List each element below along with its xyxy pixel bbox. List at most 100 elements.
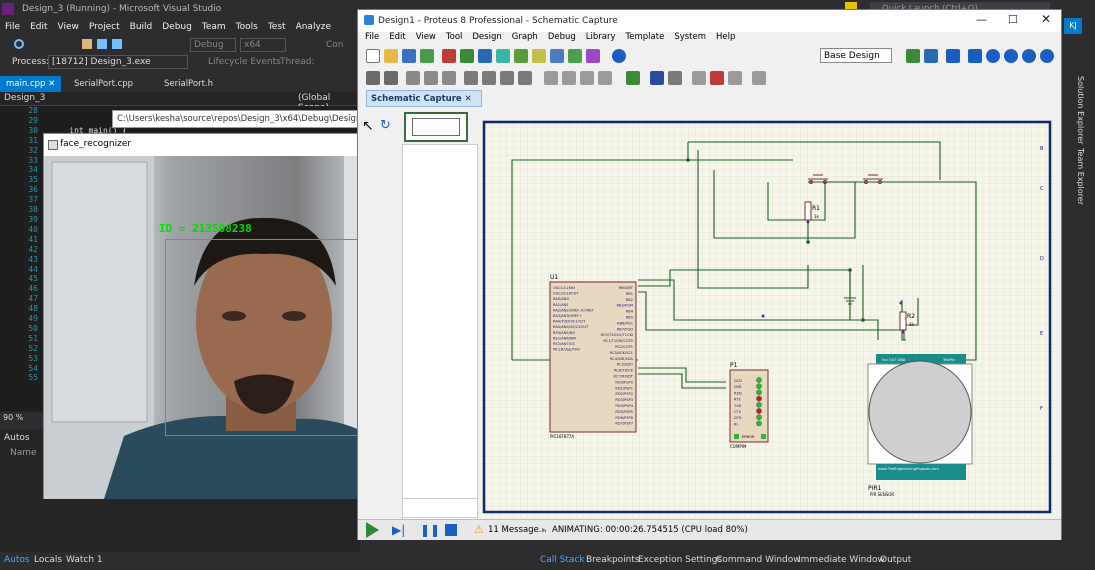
save-icon[interactable] <box>402 49 416 63</box>
pmenu-graph[interactable]: Graph <box>507 32 543 42</box>
tab-command-window[interactable]: Command Window <box>716 555 801 565</box>
menu-tools[interactable]: Tools <box>231 22 263 32</box>
tab-autos[interactable]: Autos <box>4 555 30 565</box>
code-icon[interactable] <box>550 49 564 63</box>
pmenu-design[interactable]: Design <box>467 32 506 42</box>
team-explorer-tab[interactable]: Team Explorer <box>1076 148 1085 205</box>
play-icon[interactable] <box>366 522 379 538</box>
grid-icon[interactable] <box>924 49 938 63</box>
pause-icon[interactable]: ❚❚ <box>420 523 440 537</box>
wire-autorouter-icon[interactable] <box>626 71 640 85</box>
menu-build[interactable]: Build <box>125 22 158 32</box>
pcb-icon[interactable] <box>460 49 474 63</box>
help-icon[interactable] <box>612 49 626 63</box>
pmenu-help[interactable]: Help <box>711 32 740 42</box>
process-select[interactable]: [18712] Design_3.exe <box>48 55 188 69</box>
new-sheet-icon[interactable] <box>692 71 706 85</box>
tab-locals[interactable]: Locals <box>34 555 62 565</box>
close-tab-icon[interactable]: ✕ <box>465 94 472 104</box>
menu-analyze[interactable]: Analyze <box>291 22 336 32</box>
pmenu-view[interactable]: View <box>411 32 441 42</box>
tab-call-stack[interactable]: Call Stack <box>540 555 585 565</box>
make-device-icon[interactable] <box>562 71 576 85</box>
console-window-titlebar[interactable]: C:\Users\kesha\source\repos\Design_3\x64… <box>112 110 366 128</box>
menu-project[interactable]: Project <box>84 22 125 32</box>
report-icon[interactable] <box>752 71 766 85</box>
menu-file[interactable]: File <box>0 22 25 32</box>
block-delete-icon[interactable] <box>518 71 532 85</box>
zoom-all-icon[interactable] <box>1022 49 1036 63</box>
search-tag-icon[interactable] <box>650 71 664 85</box>
pmenu-file[interactable]: File <box>360 32 384 42</box>
block-rotate-icon[interactable] <box>500 71 514 85</box>
decompose-icon[interactable] <box>598 71 612 85</box>
gerber-icon[interactable] <box>496 49 510 63</box>
back-icon[interactable] <box>14 39 24 49</box>
warning-icon[interactable]: ⚠ <box>474 524 484 536</box>
zoom-in-icon[interactable] <box>986 49 1000 63</box>
design-explorer-icon[interactable] <box>586 49 600 63</box>
minimize-icon[interactable]: — <box>976 13 987 26</box>
undo-icon[interactable] <box>366 71 380 85</box>
menu-team[interactable]: Team <box>197 22 231 32</box>
rotate-icon[interactable]: ↻ <box>380 118 391 133</box>
exit-parent-icon[interactable] <box>728 71 742 85</box>
pmenu-debug[interactable]: Debug <box>543 32 581 42</box>
solution-explorer-tab[interactable]: Solution Explorer <box>1076 76 1085 144</box>
tab-exception-settings[interactable]: Exception Settings <box>638 555 722 565</box>
device-selector[interactable] <box>402 144 478 520</box>
notes-icon[interactable] <box>532 49 546 63</box>
block-copy-icon[interactable] <box>464 71 478 85</box>
sim-icon[interactable] <box>568 49 582 63</box>
select-mode-icon[interactable]: ↖ <box>362 118 374 134</box>
messages-count[interactable]: 11 Message... <box>488 525 547 535</box>
design-select[interactable]: Base Design <box>820 48 892 63</box>
zoom-select[interactable]: 90 % <box>0 412 44 424</box>
tab-serialport-cpp[interactable]: SerialPort.cpp <box>68 76 139 92</box>
property-tool-icon[interactable] <box>668 71 682 85</box>
schematic-canvas[interactable]: BCDEF R1 1k R2 1k U1 PIC16F877A OSC1/CLK… <box>478 120 1056 518</box>
bom-icon[interactable] <box>514 49 528 63</box>
save-all-icon[interactable] <box>112 39 122 49</box>
paste-icon[interactable] <box>442 71 456 85</box>
cut-icon[interactable] <box>406 71 420 85</box>
menu-test[interactable]: Test <box>263 22 291 32</box>
lifecycle-events[interactable]: Lifecycle Events <box>208 57 281 67</box>
refresh-icon[interactable] <box>906 49 920 63</box>
open-icon[interactable] <box>384 49 398 63</box>
menu-view[interactable]: View <box>53 22 84 32</box>
continue-button[interactable]: Con <box>326 40 344 50</box>
import-icon[interactable] <box>420 49 434 63</box>
schematic-icon[interactable] <box>442 49 456 63</box>
remove-sheet-icon[interactable] <box>710 71 724 85</box>
new-icon[interactable] <box>366 49 380 63</box>
pmenu-library[interactable]: Library <box>581 32 621 42</box>
maximize-icon[interactable]: ☐ <box>1008 13 1018 26</box>
nav-project[interactable]: Design_3 <box>4 93 45 103</box>
save-icon[interactable] <box>97 39 107 49</box>
status-scroll-icon[interactable]: ▸ <box>542 525 546 534</box>
zoom-out-icon[interactable] <box>1004 49 1018 63</box>
pick-device-icon[interactable] <box>544 71 558 85</box>
proteus-titlebar[interactable]: Design1 - Proteus 8 Professional - Schem… <box>358 10 1061 32</box>
tab-watch1[interactable]: Watch 1 <box>66 555 103 565</box>
tab-output[interactable]: Output <box>880 555 911 565</box>
step-icon[interactable]: ▶| <box>392 523 406 537</box>
close-icon[interactable]: ✕ <box>1041 12 1051 26</box>
pan-icon[interactable] <box>968 49 982 63</box>
pmenu-template[interactable]: Template <box>621 32 670 42</box>
overview-window[interactable] <box>404 112 468 142</box>
redo-icon[interactable] <box>384 71 398 85</box>
user-avatar[interactable]: KJ <box>1064 18 1082 34</box>
resistor-r2[interactable] <box>899 311 907 331</box>
block-move-icon[interactable] <box>482 71 496 85</box>
tab-schematic-capture[interactable]: Schematic Capture ✕ <box>366 90 482 107</box>
pmenu-tool[interactable]: Tool <box>441 32 468 42</box>
zoom-area-icon[interactable] <box>1040 49 1054 63</box>
tab-main-cpp[interactable]: main.cpp ✕ <box>0 76 62 92</box>
open-folder-icon[interactable] <box>82 39 92 49</box>
menu-debug[interactable]: Debug <box>157 22 197 32</box>
origin-icon[interactable] <box>946 49 960 63</box>
copy-icon[interactable] <box>424 71 438 85</box>
config-select[interactable]: Debug <box>190 38 236 52</box>
